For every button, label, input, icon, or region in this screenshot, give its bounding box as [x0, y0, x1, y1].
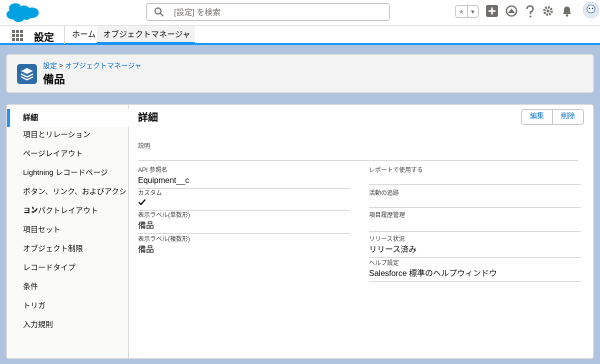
field-value [369, 220, 581, 231]
salesforce-logo[interactable] [6, 3, 40, 22]
details-panel: 詳細 編集 削除 説明 API 参照名 Equipment__c カスタム 表示… [129, 105, 593, 358]
breadcrumb-separator: > [58, 63, 64, 70]
add-icon[interactable] [486, 5, 498, 17]
gear-icon[interactable] [542, 5, 554, 17]
field-label: 表示ラベル(単数形) [138, 213, 190, 219]
trailhead-icon[interactable] [505, 5, 518, 17]
field-value [138, 151, 578, 162]
sidebar-item-compact-layouts[interactable]: コンパクトレイアウト [7, 202, 129, 220]
field-label: 活動の追跡 [369, 191, 400, 197]
field-label: レポートで使用する [369, 168, 424, 174]
field-track-activities: 活動の追跡 [369, 190, 581, 208]
action-buttons: 編集 削除 [521, 109, 584, 125]
tab-object-manager[interactable]: オブジェクトマネージャ ⌄ [97, 26, 195, 44]
field-value: Equipment__c [138, 176, 190, 185]
field-api-name: API 参照名 Equipment__c [138, 167, 350, 189]
sidebar-item-page-layouts[interactable]: ページレイアウト [7, 145, 129, 163]
field-allow-reports: レポートで使用する [369, 167, 581, 185]
sidebar-item-field-sets[interactable]: 項目セット [7, 221, 129, 239]
main-content: 詳細 項目とリレーション ページレイアウト Lightning レコードページ … [6, 104, 594, 359]
global-header: [設定] を検索 ★ ▾ [0, 0, 600, 25]
field-value: Salesforce 標準のヘルプウィンドウ [369, 269, 498, 278]
field-label: API 参照名 [138, 168, 168, 174]
section-title: 詳細 [138, 113, 158, 124]
help-icon[interactable] [525, 5, 535, 18]
field-label-singular: 表示ラベル(単数形) 備品 [138, 212, 350, 234]
field-deployment-status: リリース状況 リリース済み [369, 236, 581, 258]
search-placeholder: [設定] を検索 [174, 8, 221, 17]
layers-icon [17, 64, 37, 84]
sidebar-item-fields-relationships[interactable]: 項目とリレーション [7, 126, 129, 144]
field-description: 説明 [138, 143, 578, 161]
chevron-down-icon[interactable]: ⌄ [183, 26, 189, 44]
delete-button[interactable]: 削除 [552, 110, 583, 124]
bell-icon[interactable] [561, 5, 573, 17]
field-label: ヘルプ設定 [369, 261, 400, 267]
app-name: 設定 [34, 33, 54, 44]
navigation-bar: 設定 ホーム オブジェクトマネージャ ⌄ [0, 25, 600, 45]
avatar[interactable] [583, 2, 599, 18]
sidebar-item-conditions[interactable]: 条件 [7, 278, 129, 296]
object-header: 設定 > オブジェクトマネージャ 備品 [6, 54, 594, 93]
tab-object-manager-label: オブジェクトマネージャ [103, 30, 191, 39]
field-value: 備品 [138, 245, 154, 254]
field-help-settings: ヘルプ設定 Salesforce 標準のヘルプウィンドウ [369, 260, 581, 282]
field-label: 説明 [138, 144, 151, 150]
field-value: 備品 [138, 221, 154, 230]
field-label: リリース状況 [369, 237, 405, 243]
sidebar-item-lightning-record-pages[interactable]: Lightning レコードページ [7, 164, 129, 182]
breadcrumb-setup-link[interactable]: 設定 [43, 63, 57, 70]
breadcrumb-object-manager-link[interactable]: オブジェクトマネージャ [65, 63, 142, 70]
check-icon [138, 199, 146, 206]
field-value: リリース済み [369, 245, 417, 254]
field-history-tracking: 項目履歴管理 [369, 212, 581, 232]
field-label: 項目履歴管理 [369, 213, 406, 219]
search-input[interactable]: [設定] を検索 [146, 3, 390, 21]
field-value [138, 198, 350, 209]
sidebar-item-validation-rules[interactable]: 入力規則 [7, 316, 129, 334]
field-label: 表示ラベル(複数形) [138, 237, 190, 243]
star-icon[interactable]: ★ [456, 6, 467, 17]
sidebar: 詳細 項目とリレーション ページレイアウト Lightning レコードページ … [7, 105, 129, 358]
chevron-down-icon[interactable]: ▾ [466, 6, 479, 17]
page-title: 備品 [43, 74, 65, 86]
field-value [369, 175, 581, 186]
sidebar-item-record-types[interactable]: レコードタイプ [7, 259, 129, 277]
sidebar-item-buttons-links-actions[interactable]: ボタン、リンク、およびアクション [7, 183, 129, 214]
app-launcher-icon[interactable] [12, 30, 23, 41]
field-label-plural: 表示ラベル(複数形) 備品 [138, 236, 350, 258]
breadcrumb: 設定 > オブジェクトマネージャ [43, 61, 142, 71]
search-icon [154, 7, 164, 17]
sidebar-item-object-limits[interactable]: オブジェクト制限 [7, 240, 129, 258]
sidebar-item-details[interactable]: 詳細 [7, 109, 129, 127]
field-label: カスタム [138, 191, 163, 197]
edit-button[interactable]: 編集 [522, 110, 552, 124]
header-utility-bar: ★ ▾ [455, 2, 599, 21]
sidebar-item-triggers[interactable]: トリガ [7, 297, 129, 315]
field-custom: カスタム [138, 190, 350, 211]
favorites-button[interactable]: ★ ▾ [455, 5, 479, 18]
field-value [369, 198, 581, 209]
